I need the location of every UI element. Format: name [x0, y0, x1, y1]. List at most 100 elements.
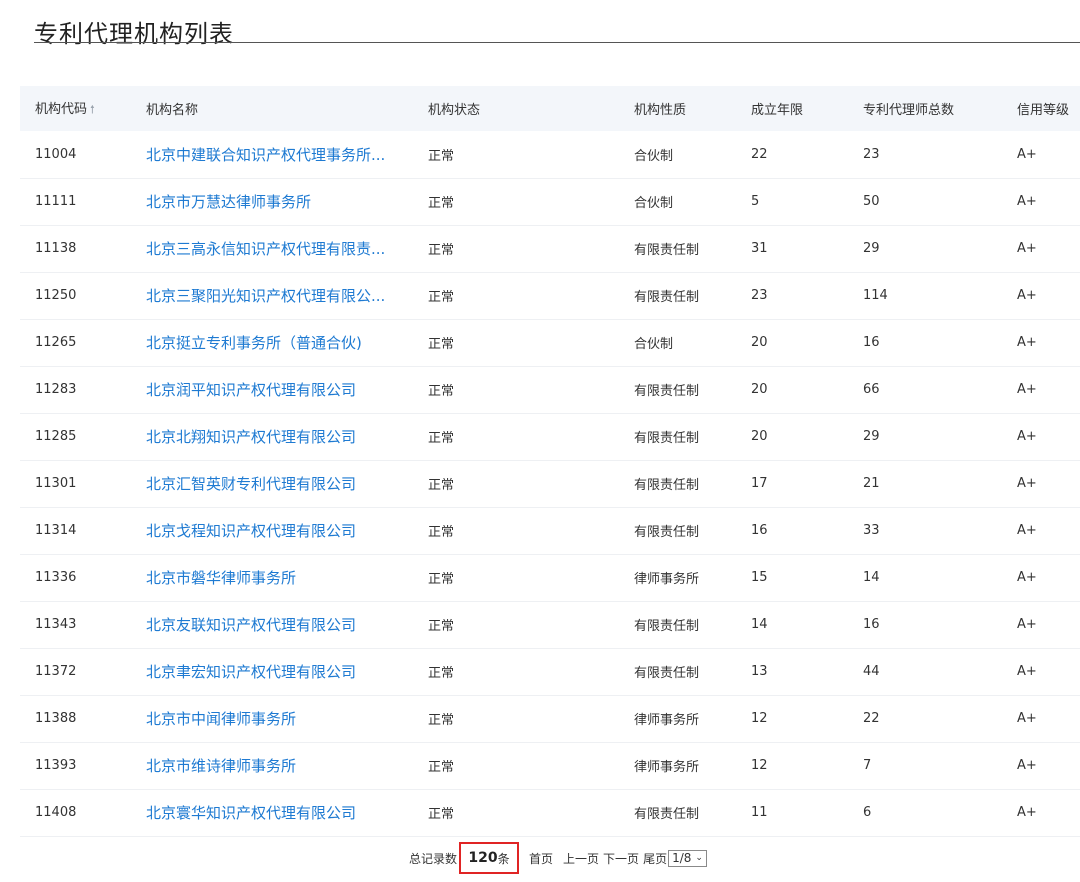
cell-credit: A+ [1007, 319, 1080, 366]
table-row: 11285北京北翔知识产权代理有限公司正常有限责任制2029A+ [20, 413, 1080, 460]
header-code[interactable]: 机构代码🠕 [20, 86, 130, 131]
agency-name-link[interactable]: 北京挺立专利事务所（普通合伙) [146, 332, 396, 353]
cell-count: 29 [859, 225, 1007, 272]
cell-count: 14 [859, 554, 1007, 601]
cell-count: 7 [859, 742, 1007, 789]
agency-name-link[interactable]: 北京市万慧达律师事务所 [146, 191, 396, 212]
cell-credit: A+ [1007, 366, 1080, 413]
table-row: 11343北京友联知识产权代理有限公司正常有限责任制1416A+ [20, 601, 1080, 648]
header-years: 成立年限 [746, 86, 859, 131]
header-credit: 信用等级 [1007, 86, 1080, 131]
cell-credit: A+ [1007, 695, 1080, 742]
cell-name: 北京市磐华律师事务所 [130, 554, 410, 601]
agency-name-link[interactable]: 北京寰华知识产权代理有限公司 [146, 802, 396, 823]
page-title: 专利代理机构列表 [34, 14, 234, 49]
cell-code: 11285 [20, 413, 130, 460]
cell-count: 21 [859, 460, 1007, 507]
cell-code: 11111 [20, 178, 130, 225]
cell-code: 11408 [20, 789, 130, 836]
agency-name-link[interactable]: 北京润平知识产权代理有限公司 [146, 379, 396, 400]
cell-status: 正常 [410, 460, 634, 507]
cell-years: 31 [746, 225, 859, 272]
cell-status: 正常 [410, 131, 634, 178]
agency-name-link[interactable]: 北京三聚阳光知识产权代理有限公... [146, 285, 396, 306]
table-row: 11265北京挺立专利事务所（普通合伙)正常合伙制2016A+ [20, 319, 1080, 366]
table-row: 11336北京市磐华律师事务所正常律师事务所1514A+ [20, 554, 1080, 601]
cell-code: 11138 [20, 225, 130, 272]
header-count: 专利代理师总数 [859, 86, 1007, 131]
agency-name-link[interactable]: 北京聿宏知识产权代理有限公司 [146, 661, 396, 682]
cell-years: 13 [746, 648, 859, 695]
cell-nature: 有限责任制 [634, 507, 746, 554]
cell-nature: 有限责任制 [634, 272, 746, 319]
cell-credit: A+ [1007, 648, 1080, 695]
cell-name: 北京市中闻律师事务所 [130, 695, 410, 742]
cell-years: 15 [746, 554, 859, 601]
cell-nature: 律师事务所 [634, 554, 746, 601]
table-row: 11372北京聿宏知识产权代理有限公司正常有限责任制1344A+ [20, 648, 1080, 695]
cell-credit: A+ [1007, 460, 1080, 507]
last-page-link[interactable]: 尾页 [643, 850, 667, 867]
cell-years: 14 [746, 601, 859, 648]
table-row: 11393北京市维诗律师事务所正常律师事务所127A+ [20, 742, 1080, 789]
cell-status: 正常 [410, 648, 634, 695]
agency-name-link[interactable]: 北京汇智英财专利代理有限公司 [146, 473, 396, 494]
cell-code: 11393 [20, 742, 130, 789]
agency-name-link[interactable]: 北京市中闻律师事务所 [146, 708, 396, 729]
agency-table-container: 机构代码🠕 机构名称 机构状态 机构性质 成立年限 专利代理师总数 信用等级 1… [20, 86, 1080, 837]
cell-credit: A+ [1007, 272, 1080, 319]
cell-credit: A+ [1007, 131, 1080, 178]
cell-status: 正常 [410, 695, 634, 742]
cell-nature: 有限责任制 [634, 413, 746, 460]
cell-nature: 有限责任制 [634, 601, 746, 648]
cell-nature: 有限责任制 [634, 225, 746, 272]
cell-status: 正常 [410, 319, 634, 366]
agency-name-link[interactable]: 北京市磐华律师事务所 [146, 567, 396, 588]
cell-count: 50 [859, 178, 1007, 225]
agency-table: 机构代码🠕 机构名称 机构状态 机构性质 成立年限 专利代理师总数 信用等级 1… [20, 86, 1080, 837]
cell-credit: A+ [1007, 178, 1080, 225]
cell-status: 正常 [410, 507, 634, 554]
agency-name-link[interactable]: 北京市维诗律师事务所 [146, 755, 396, 776]
cell-name: 北京中建联合知识产权代理事务所... [130, 131, 410, 178]
cell-years: 11 [746, 789, 859, 836]
cell-count: 23 [859, 131, 1007, 178]
page-select[interactable]: 1/8 ⌄ [668, 850, 707, 867]
cell-name: 北京市维诗律师事务所 [130, 742, 410, 789]
cell-nature: 合伙制 [634, 131, 746, 178]
header-name: 机构名称 [130, 86, 410, 131]
cell-credit: A+ [1007, 554, 1080, 601]
table-body: 11004北京中建联合知识产权代理事务所...正常合伙制2223A+11111北… [20, 131, 1080, 836]
arrow-up-icon[interactable]: 🠕 [90, 103, 95, 116]
cell-credit: A+ [1007, 413, 1080, 460]
cell-status: 正常 [410, 225, 634, 272]
cell-count: 114 [859, 272, 1007, 319]
pagination-bar: 总记录数 120 条 首页 上一页 下一页 尾页 1/8 ⌄ [409, 843, 707, 873]
cell-years: 20 [746, 366, 859, 413]
cell-status: 正常 [410, 366, 634, 413]
agency-name-link[interactable]: 北京友联知识产权代理有限公司 [146, 614, 396, 635]
cell-code: 11265 [20, 319, 130, 366]
cell-count: 33 [859, 507, 1007, 554]
agency-name-link[interactable]: 北京戈程知识产权代理有限公司 [146, 520, 396, 541]
agency-name-link[interactable]: 北京北翔知识产权代理有限公司 [146, 426, 396, 447]
header-code-label: 机构代码 [35, 102, 87, 117]
cell-code: 11301 [20, 460, 130, 507]
total-records-unit: 条 [498, 850, 510, 867]
agency-name-link[interactable]: 北京中建联合知识产权代理事务所... [146, 144, 396, 165]
cell-code: 11343 [20, 601, 130, 648]
first-page-link[interactable]: 首页 [529, 850, 553, 867]
cell-name: 北京北翔知识产权代理有限公司 [130, 413, 410, 460]
cell-years: 17 [746, 460, 859, 507]
header-nature: 机构性质 [634, 86, 746, 131]
cell-count: 22 [859, 695, 1007, 742]
cell-years: 20 [746, 413, 859, 460]
agency-name-link[interactable]: 北京三高永信知识产权代理有限责... [146, 238, 396, 259]
cell-name: 北京挺立专利事务所（普通合伙) [130, 319, 410, 366]
next-page-link[interactable]: 下一页 [603, 850, 639, 867]
prev-page-link[interactable]: 上一页 [563, 850, 599, 867]
cell-nature: 有限责任制 [634, 789, 746, 836]
cell-code: 11336 [20, 554, 130, 601]
chevron-down-icon: ⌄ [695, 853, 703, 863]
cell-status: 正常 [410, 601, 634, 648]
